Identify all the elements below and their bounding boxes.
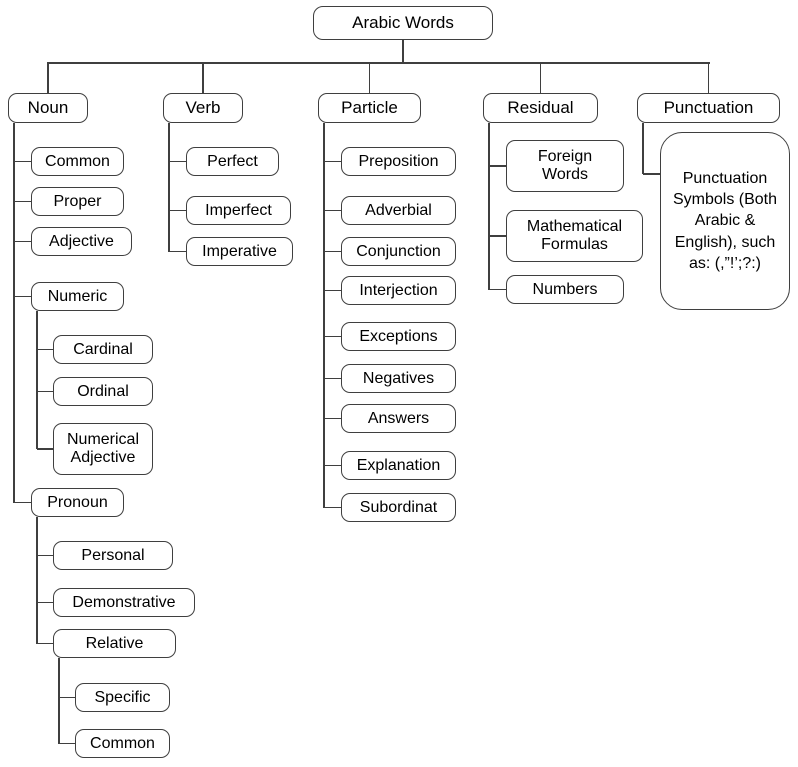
- connector-stub-numbers: [489, 288, 506, 291]
- connector-trunk-verb: [168, 123, 170, 252]
- node-answers: Answers: [341, 404, 456, 433]
- connector-stub-preposition: [324, 160, 341, 163]
- connector-to-punctuation: [707, 62, 710, 93]
- connector-stub-interjection: [324, 289, 341, 292]
- connector-to-noun: [47, 62, 49, 93]
- connector-stub-numeric: [14, 295, 31, 298]
- node-adjective: Adjective: [31, 227, 132, 256]
- connector-stub-personal: [37, 554, 53, 557]
- connector-stub-imperative: [169, 250, 186, 253]
- node-specific: Specific: [75, 683, 170, 712]
- node-perfect: Perfect: [186, 147, 279, 176]
- node-noun: Noun: [8, 93, 88, 123]
- node-negatives: Negatives: [341, 364, 456, 393]
- connector-trunk-numeric: [36, 311, 38, 449]
- node-exceptions: Exceptions: [341, 322, 456, 351]
- node-personal: Personal: [53, 541, 173, 570]
- node-interjection: Interjection: [341, 276, 456, 305]
- node-preposition: Preposition: [341, 147, 456, 176]
- node-proper: Proper: [31, 187, 124, 216]
- connector-stub-punctsymbols: [643, 173, 660, 175]
- connector-stub-proper: [14, 200, 31, 203]
- connector-top-bus: [48, 62, 711, 64]
- node-pronoun: Pronoun: [31, 488, 124, 517]
- connector-trunk-noun: [13, 123, 15, 503]
- connector-trunk-relative: [58, 658, 60, 744]
- node-imperfect: Imperfect: [186, 196, 291, 225]
- connector-stub-numadj: [37, 448, 53, 450]
- connector-stub-mathformulas: [489, 235, 506, 237]
- connector-trunk-pronoun: [36, 517, 38, 644]
- connector-stub-answers: [324, 417, 341, 420]
- connector-stub-demonstrative: [37, 601, 53, 604]
- connector-root-stem: [402, 40, 404, 62]
- connector-trunk-residual: [488, 123, 490, 290]
- node-relative-common: Common: [75, 729, 170, 758]
- node-cardinal: Cardinal: [53, 335, 153, 364]
- connector-stub-adverbial: [324, 209, 341, 212]
- node-punctuation: Punctuation: [637, 93, 780, 123]
- node-subordinat: Subordinat: [341, 493, 456, 522]
- node-numeric: Numeric: [31, 282, 124, 311]
- connector-trunk-particle: [323, 123, 325, 508]
- connector-stub-adjective: [14, 240, 31, 243]
- connector-to-residual: [539, 62, 542, 93]
- connector-stub-ordinal: [37, 390, 53, 393]
- connector-trunk-punctuation: [642, 123, 644, 174]
- connector-stub-common1: [14, 160, 31, 163]
- connector-stub-explanation: [324, 464, 341, 467]
- node-arabic-words: Arabic Words: [313, 6, 493, 40]
- connector-stub-subordinat: [324, 506, 341, 509]
- connector-stub-negatives: [324, 377, 341, 380]
- node-explanation: Explanation: [341, 451, 456, 480]
- node-relative: Relative: [53, 629, 176, 658]
- node-punctuation-symbols: Punctuation Symbols (Both Arabic & Engli…: [660, 132, 790, 310]
- node-foreign-words: Foreign Words: [506, 140, 624, 192]
- node-ordinal: Ordinal: [53, 377, 153, 406]
- connector-stub-imperfect: [169, 209, 186, 212]
- connector-stub-common2: [59, 742, 75, 745]
- node-conjunction: Conjunction: [341, 237, 456, 266]
- node-numerical-adjective: Numerical Adjective: [53, 423, 153, 475]
- node-numbers: Numbers: [506, 275, 624, 304]
- node-residual: Residual: [483, 93, 598, 123]
- connector-to-verb: [202, 62, 204, 93]
- connector-stub-perfect: [169, 160, 186, 163]
- connector-stub-pronoun: [14, 501, 31, 504]
- node-imperative: Imperative: [186, 237, 293, 266]
- connector-stub-conjunction: [324, 250, 341, 253]
- node-particle: Particle: [318, 93, 421, 123]
- node-noun-common: Common: [31, 147, 124, 176]
- node-verb: Verb: [163, 93, 243, 123]
- connector-stub-specific: [59, 696, 75, 699]
- connector-stub-cardinal: [37, 348, 53, 351]
- node-mathematical-formulas: Mathematical Formulas: [506, 210, 643, 262]
- connector-to-particle: [368, 62, 371, 93]
- connector-stub-foreignwords: [489, 165, 506, 167]
- node-demonstrative: Demonstrative: [53, 588, 195, 617]
- connector-stub-relative: [37, 642, 53, 645]
- node-adverbial: Adverbial: [341, 196, 456, 225]
- diagram-canvas: Arabic Words Noun Verb Particle Residual Punc…: [0, 0, 798, 767]
- connector-stub-exceptions: [324, 335, 341, 338]
